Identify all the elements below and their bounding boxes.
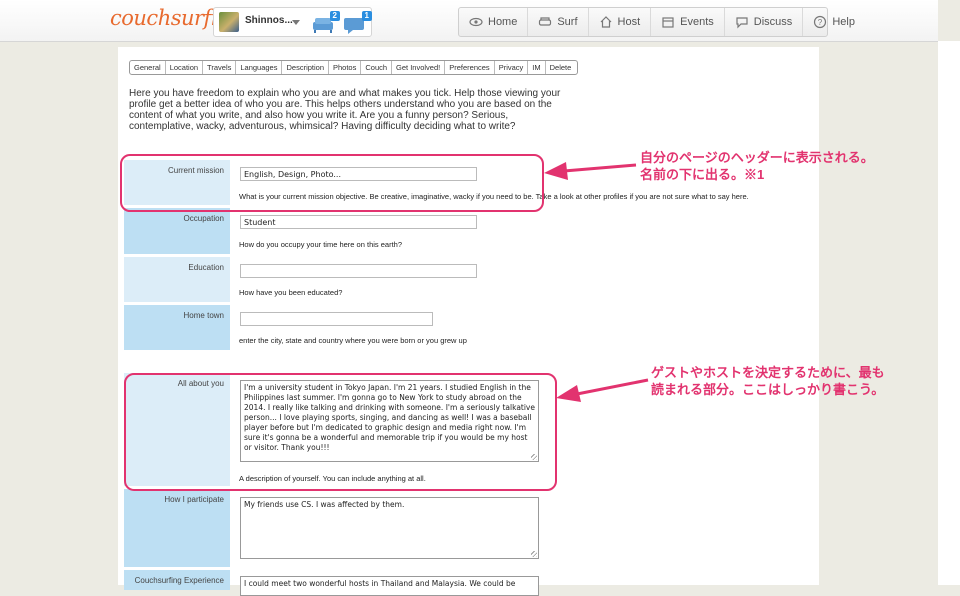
arrow-head-1 (544, 162, 568, 180)
note-1-line-1: 自分のページのヘッダーに表示される。 (640, 150, 874, 165)
arrow-line-2 (576, 378, 649, 396)
note-2-line-2: 読まれる部分。ここはしっかり書こう。 (651, 382, 885, 397)
note-1-line-2: 名前の下に出る。※1 (640, 167, 765, 182)
note-2-line-1: ゲストやホストを決定するために、最も (651, 365, 885, 380)
annotation-note-1: 自分のページのヘッダーに表示される。 名前の下に出る。※1 (640, 149, 874, 183)
annotation-arrows (544, 162, 649, 402)
arrow-head-2 (556, 385, 581, 402)
arrow-line-1 (563, 163, 637, 173)
annotation-note-2: ゲストやホストを決定するために、最も 読まれる部分。ここはしっかり書こう。 (651, 364, 885, 398)
